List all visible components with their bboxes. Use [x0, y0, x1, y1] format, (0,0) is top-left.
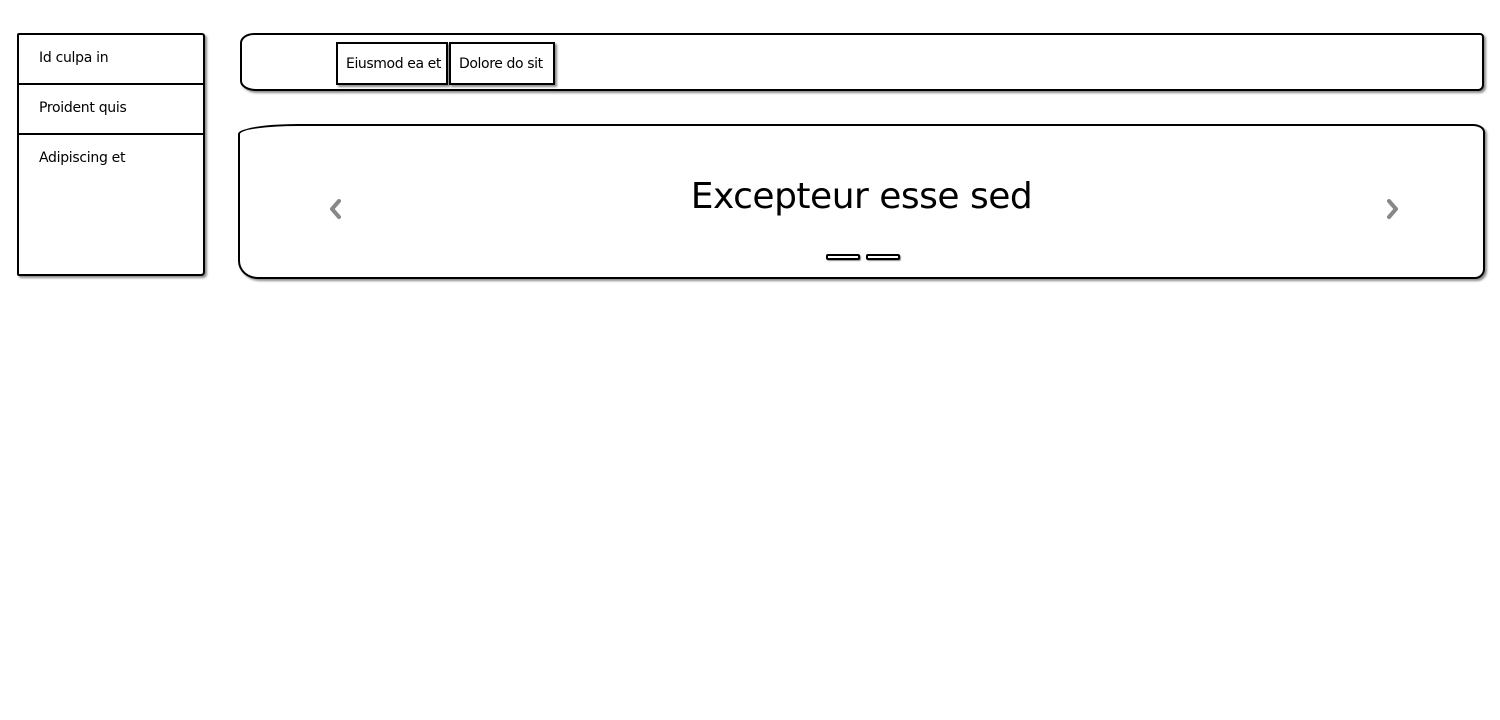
tab-label: Dolore do sit [459, 56, 543, 72]
tab-dolore-do-sit[interactable]: Dolore do sit [449, 42, 555, 85]
carousel-next-button[interactable] [1382, 196, 1402, 222]
sidebar-item-id-culpa-in[interactable]: Id culpa in [19, 35, 203, 85]
carousel: Excepteur esse sed [238, 124, 1485, 279]
carousel-indicator-2[interactable] [866, 254, 900, 260]
carousel-slide-title: Excepteur esse sed [690, 176, 1033, 217]
tab-eiusmod-ea-et[interactable]: Eiusmod ea et [336, 42, 448, 85]
tab-bar: Eiusmod ea et Dolore do sit [240, 33, 1484, 91]
sidebar-item-adipiscing-et[interactable]: Adipiscing et [19, 135, 203, 185]
tab-label: Eiusmod ea et [346, 56, 441, 72]
sidebar-item-label: Adipiscing et [39, 150, 126, 166]
sidebar-nav: Id culpa in Proident quis Adipiscing et [17, 33, 205, 276]
sidebar-item-label: Proident quis [39, 100, 127, 116]
sidebar-item-label: Id culpa in [39, 50, 109, 66]
sidebar-item-proident-quis[interactable]: Proident quis [19, 85, 203, 135]
chevron-right-icon [1387, 199, 1398, 219]
carousel-indicator-1[interactable] [826, 254, 860, 260]
